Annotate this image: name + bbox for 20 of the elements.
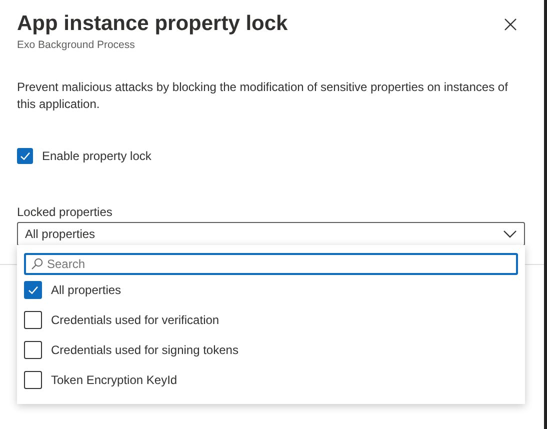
checkmark-icon [19, 150, 31, 162]
option-label[interactable]: All properties [51, 283, 122, 297]
checkbox-label: Enable property lock [42, 149, 152, 163]
close-icon [504, 18, 517, 31]
checkbox[interactable] [17, 148, 33, 164]
checkbox[interactable] [24, 341, 42, 359]
checkbox[interactable] [24, 311, 42, 329]
chevron-icon [503, 230, 517, 238]
search-icon [31, 258, 43, 270]
panel-subtitle: Exo Background Process [17, 39, 136, 51]
field-label: Locked properties [17, 205, 114, 219]
description-text: Prevent malicious attacks by blocking the modification of sensitive properties on instances of this application. [17, 79, 509, 113]
option-label[interactable]: Credentials used for verification [51, 313, 220, 327]
checkbox[interactable] [24, 371, 42, 389]
panel-title: App instance property lock [17, 11, 288, 37]
option-label[interactable]: Token Encryption KeyId [51, 373, 178, 387]
checkmark-icon [27, 284, 39, 296]
search-field[interactable]: Search [24, 253, 518, 275]
option-label[interactable]: Credentials used for signing tokens [51, 343, 238, 357]
checkbox[interactable] [24, 281, 42, 299]
